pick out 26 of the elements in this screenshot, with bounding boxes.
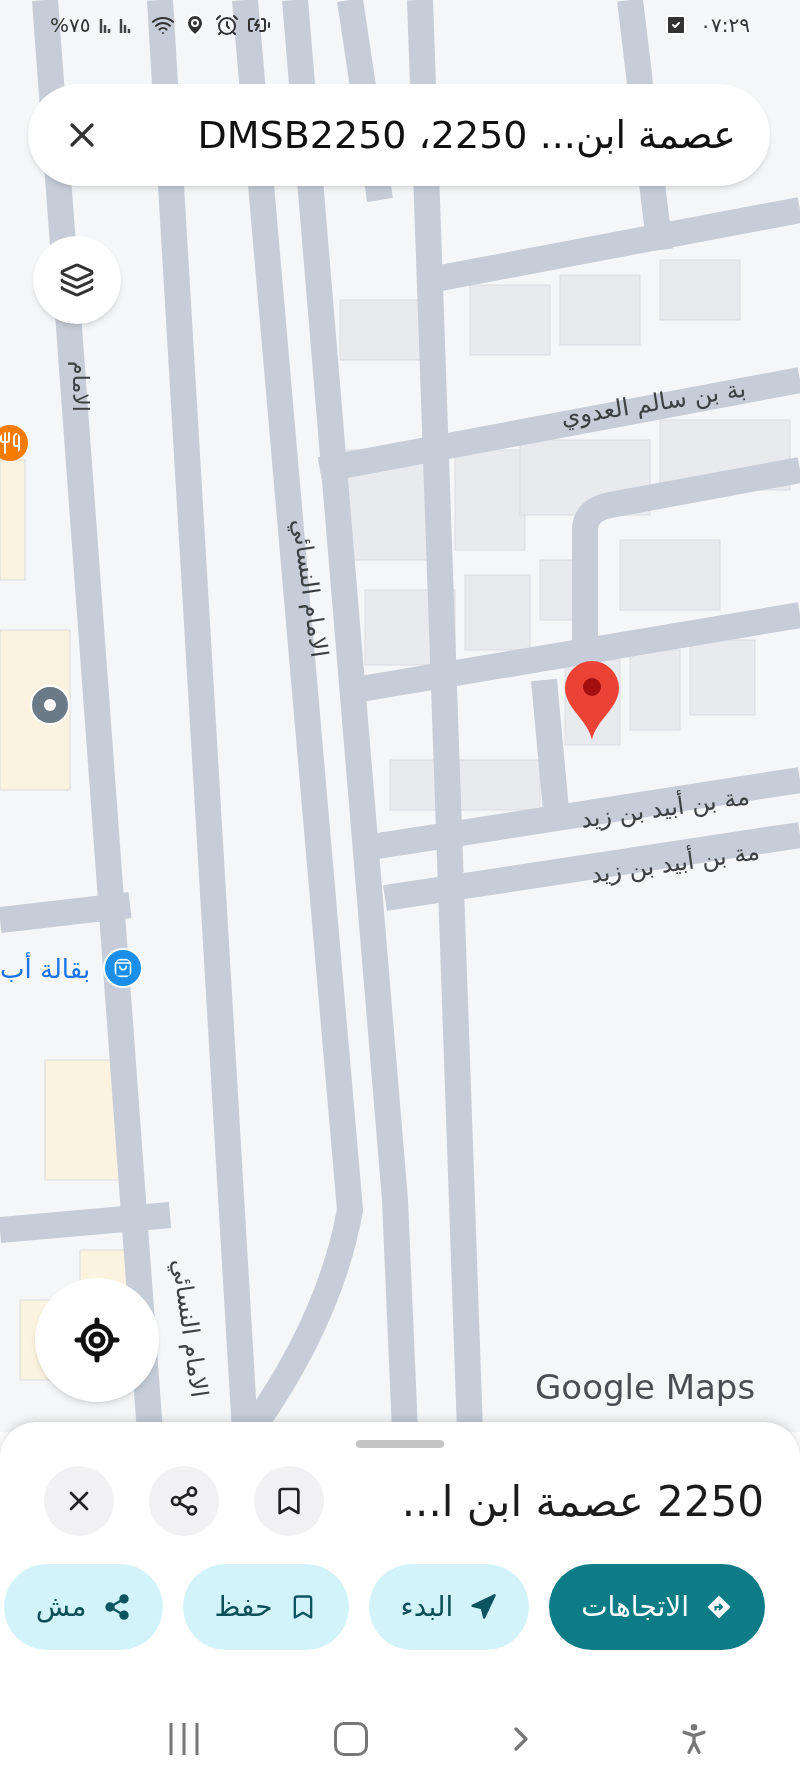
- street-label: مة بن أبيد بن زيد: [578, 781, 752, 836]
- search-query: عصمة ابن... 2250، DMSB2250: [196, 111, 736, 160]
- status-time: ٠٧:٢٩: [700, 12, 750, 39]
- battery-percentage: %٧٥: [50, 12, 91, 39]
- search-bar[interactable]: عصمة ابن... 2250، DMSB2250: [28, 84, 770, 186]
- checkbox-notification-icon: [664, 13, 689, 37]
- street-label: الامام: [66, 361, 94, 412]
- share-icon: [102, 1593, 131, 1621]
- place-label: بقالة أب: [0, 951, 91, 986]
- street-label: الامام النسائي: [165, 1256, 215, 1400]
- navigation-arrow-icon: [469, 1593, 498, 1621]
- start-button[interactable]: البدء: [368, 1564, 530, 1650]
- street-label: بة بن سالم العدوي: [558, 373, 749, 434]
- street-label: الامام النسائي: [285, 516, 335, 660]
- directions-button[interactable]: الاتجاهات: [549, 1564, 765, 1650]
- place-title: 2250 عصمة ابن ا...: [401, 1475, 764, 1528]
- share-icon: [168, 1485, 200, 1517]
- layers-icon: [59, 262, 95, 298]
- map-attribution: Google Maps: [535, 1366, 756, 1409]
- street-label: مة بن أبيد بن زيد: [588, 836, 762, 891]
- save-button[interactable]: حفظ: [182, 1564, 349, 1650]
- home-icon[interactable]: [333, 1722, 368, 1756]
- my-location-icon: [73, 1316, 121, 1364]
- share-button[interactable]: مش: [3, 1564, 163, 1650]
- drag-handle[interactable]: [356, 1440, 444, 1448]
- alarm-icon: [214, 13, 239, 37]
